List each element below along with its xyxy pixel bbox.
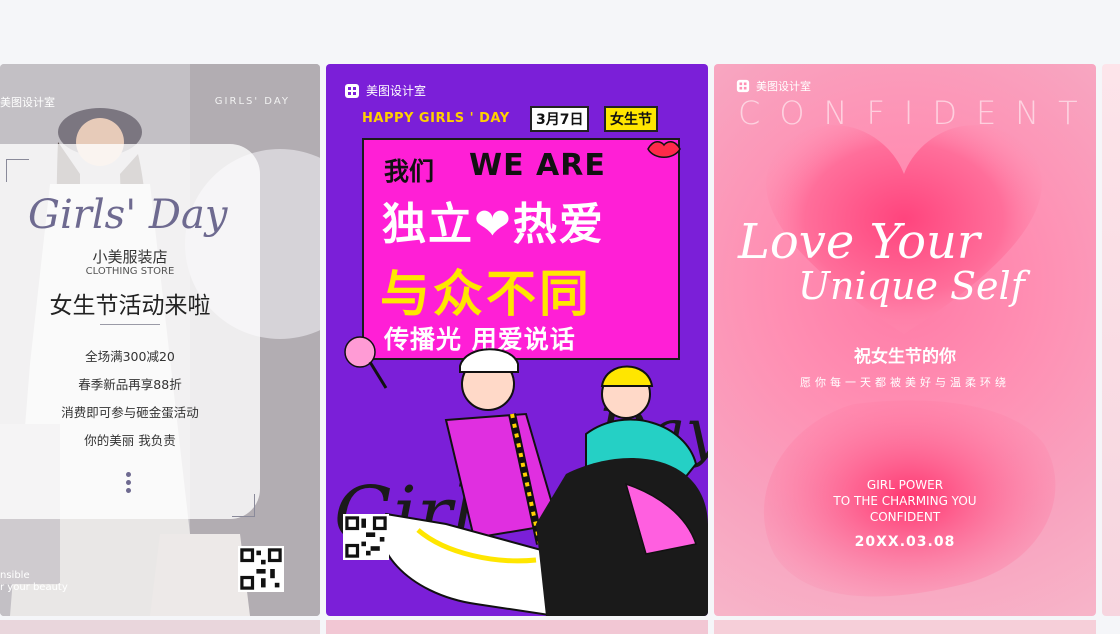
promo-line: 春季新品再享88折	[78, 377, 182, 392]
promo-line: 你的美丽 我负责	[84, 433, 176, 448]
cn-title: 祝女生节的你	[854, 347, 956, 367]
promo-line: 全场满300减20	[85, 349, 175, 364]
cn-subtitle: 愿你每一天都被美好与温柔环绕	[800, 376, 1010, 389]
next-row-card[interactable]	[326, 620, 708, 634]
brand-logo-icon	[345, 83, 359, 98]
store-name-en: CLOTHING STORE	[85, 266, 175, 277]
footer-line: r your beauty	[0, 582, 68, 593]
date-badge: 3月7日	[530, 106, 590, 132]
qr-code-icon	[238, 546, 284, 592]
brand-name: 美图设计室	[366, 84, 427, 98]
script-line-2: Unique Self	[798, 264, 1025, 308]
footer-line: nsible	[0, 570, 30, 581]
brand-logo-icon	[736, 79, 750, 93]
girls-illustration: Girl Day	[334, 348, 708, 616]
headline-line-2: 独立❤热爱	[382, 199, 605, 250]
event-date: 20XX.03.08	[854, 534, 956, 550]
template-card-love-your-self[interactable]: 美图设计室 CONFIDENT Love Your Unique Self 祝女…	[714, 64, 1096, 616]
script-title: Girls' Day	[28, 192, 228, 238]
qr-code-icon	[343, 514, 389, 560]
store-name: 小美服装店	[92, 248, 168, 266]
lips-icon	[647, 141, 681, 158]
brand-name: 美图设计室	[0, 96, 55, 109]
girls-day-tag: GIRLS' DAY	[214, 96, 290, 107]
footer-text: nsible r your beauty	[0, 570, 68, 594]
script-line-1: Love Your	[738, 214, 980, 270]
en-line: GIRL POWER	[866, 478, 944, 492]
happy-girls-day: HAPPY GIRLS ' DAY	[362, 111, 510, 126]
headline-en: WE ARE	[469, 148, 606, 183]
template-card-we-are[interactable]: 美图设计室 HAPPY GIRLS ' DAY 3月7日 女生节 我们 WE A…	[326, 64, 708, 616]
next-row-card[interactable]	[714, 620, 1096, 634]
corner-mark	[232, 494, 255, 517]
brand-name: 美图设计室	[756, 80, 811, 93]
brand: 美图设计室	[344, 82, 426, 99]
festival-badge: 女生节	[604, 106, 658, 132]
confident-title: CONFIDENT	[738, 94, 1096, 132]
next-row-card[interactable]	[0, 620, 320, 634]
more-dots-icon	[126, 472, 132, 496]
en-line: TO THE CHARMING YOU	[833, 494, 977, 508]
template-card-girls-day-clothing[interactable]: 美图设计室 GIRLS' DAY Girls' Day 小美服装店 CLOTHI…	[0, 64, 320, 616]
corner-mark	[6, 159, 29, 182]
template-card-partial[interactable]	[1102, 64, 1120, 616]
en-line: CONFIDENT	[869, 510, 941, 524]
top-bar	[0, 0, 1120, 63]
headline: 女生节活动来啦	[49, 293, 211, 319]
divider	[100, 324, 160, 325]
headline-line-3: 与众不同	[380, 265, 592, 323]
brand: 美图设计室	[736, 78, 811, 94]
promo-line: 消费即可参与砸金蛋活动	[61, 405, 199, 420]
headline-cn: 我们	[384, 157, 435, 186]
